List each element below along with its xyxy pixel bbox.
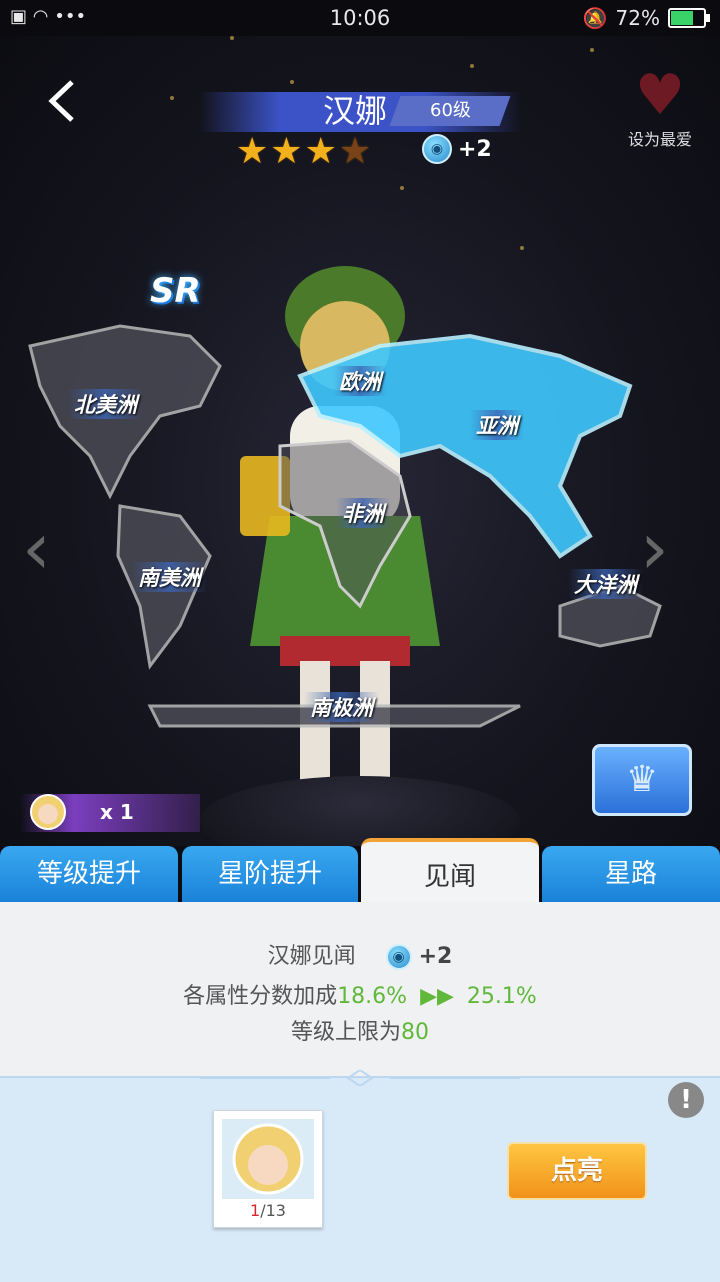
- continent-oceania[interactable]: 大洋洲: [568, 569, 643, 599]
- insight-panel: 汉娜见闻 ◉ +2 各属性分数加成18.6% ▶▶ 25.1% 等级上限为80: [0, 902, 720, 1078]
- favorite-button[interactable]: ♥ 设为最爱: [620, 66, 700, 150]
- hero-avatar-icon: [30, 794, 66, 830]
- tab-bar: 等级提升 星阶提升 见闻 星路: [0, 838, 720, 902]
- battery-percent: 72%: [615, 6, 660, 30]
- arrow-right-icon: ▶▶: [420, 984, 454, 1009]
- hero-portrait: [222, 1119, 314, 1199]
- crown-icon: ♛: [625, 759, 659, 800]
- tab-insight[interactable]: 见闻: [361, 838, 539, 902]
- star-icon: ★: [236, 131, 269, 172]
- hero-level: 60级: [389, 96, 511, 126]
- hero-scene: ♥ 设为最爱 汉娜 60级 ★ ★ ★ ★ ◉ +2 SR ‹ › 北美洲 欧洲 亚洲…: [0, 36, 720, 846]
- star-icon: ★: [270, 131, 303, 172]
- star-rating: ★ ★ ★ ★: [236, 133, 371, 171]
- continent-asia[interactable]: 亚洲: [470, 410, 524, 440]
- continent-africa[interactable]: 非洲: [336, 498, 390, 528]
- attr-bonus-from: 18.6%: [337, 984, 408, 1009]
- tab-level-up[interactable]: 等级提升: [0, 846, 178, 902]
- favorite-label: 设为最爱: [627, 130, 692, 149]
- insight-panel-bonus: +2: [418, 944, 453, 969]
- continent-europe[interactable]: 欧洲: [333, 366, 387, 396]
- insight-title: 汉娜见闻: [267, 944, 356, 969]
- prev-hero-arrow-icon[interactable]: ‹: [22, 506, 51, 590]
- continent-antarctica[interactable]: 南极洲: [304, 692, 379, 722]
- rarity-badge: SR: [150, 271, 201, 311]
- next-hero-arrow-icon[interactable]: ›: [640, 506, 669, 590]
- insight-bonus-value: +2: [458, 136, 492, 162]
- bg-star: [290, 80, 294, 84]
- status-right: 🔕 72%: [582, 6, 710, 30]
- continent-south-america[interactable]: 南美洲: [132, 562, 207, 592]
- level-cap-line: 等级上限为80: [0, 1014, 720, 1046]
- bg-star: [470, 64, 474, 68]
- heart-icon: ♥: [634, 63, 686, 128]
- insight-title-line: 汉娜见闻 ◉ +2: [0, 938, 720, 970]
- shard-count-value: x 1: [100, 800, 134, 824]
- help-icon[interactable]: !: [668, 1082, 704, 1118]
- level-cap-label: 等级上限为: [290, 1020, 401, 1045]
- mute-icon: 🔕: [582, 6, 608, 30]
- bg-star: [230, 36, 234, 40]
- bg-star: [590, 48, 594, 52]
- insight-progress: 1/13: [214, 1201, 322, 1220]
- progress-total: /13: [260, 1201, 286, 1220]
- insight-icon: ◉: [422, 134, 452, 164]
- back-button[interactable]: [40, 76, 90, 126]
- continent-north-america[interactable]: 北美洲: [68, 389, 143, 419]
- bg-star: [400, 186, 404, 190]
- attr-bonus-to: 25.1%: [466, 984, 537, 1009]
- star-icon: ★: [304, 131, 337, 172]
- bg-star: [520, 246, 524, 250]
- divider-ornament: [200, 1070, 520, 1086]
- light-up-button[interactable]: 点亮: [507, 1142, 647, 1200]
- attr-bonus-label: 各属性分数加成: [183, 984, 338, 1009]
- progress-current: 1: [250, 1201, 261, 1220]
- status-bar: ▣ ◠ ••• 10:06 🔕 72%: [0, 0, 720, 36]
- bg-star: [170, 96, 174, 100]
- collection-folder-button[interactable]: ♛: [592, 744, 692, 816]
- star-icon: ★: [338, 131, 372, 172]
- attr-bonus-line: 各属性分数加成18.6% ▶▶ 25.1%: [0, 978, 720, 1010]
- level-cap-value: 80: [401, 1020, 429, 1045]
- insight-bonus: ◉ +2: [422, 134, 492, 164]
- insight-icon: ◉: [385, 944, 412, 970]
- tab-star-road[interactable]: 星路: [542, 846, 720, 902]
- hero-shard-count: x 1: [20, 794, 200, 832]
- tab-star-up[interactable]: 星阶提升: [182, 846, 358, 902]
- battery-icon: [668, 8, 710, 28]
- hero-portrait-icon: [232, 1123, 304, 1195]
- chevron-left-icon: [48, 80, 74, 122]
- insight-item-card[interactable]: 1/13: [213, 1110, 323, 1228]
